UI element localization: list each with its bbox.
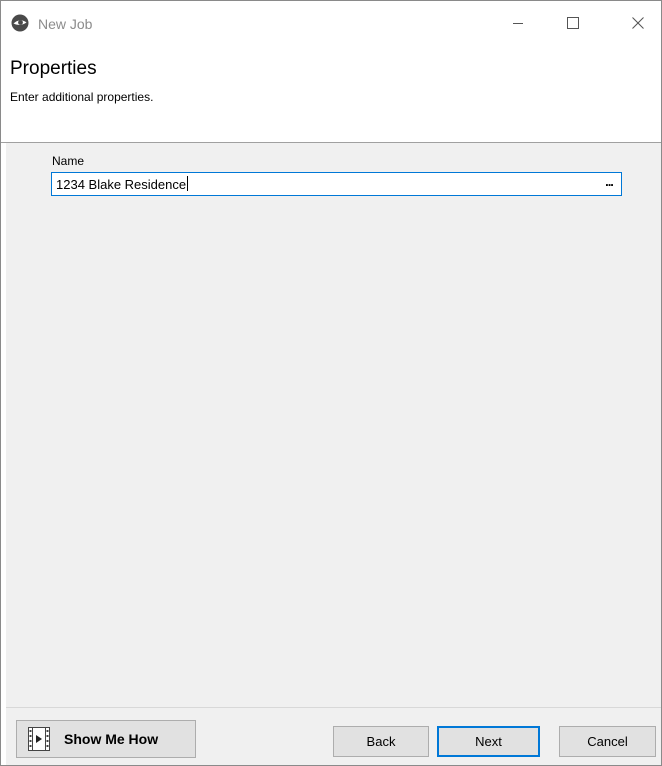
- text-caret: [187, 176, 189, 191]
- maximize-icon: [567, 17, 579, 29]
- wizard-footer: Show Me How Back Next Cancel: [6, 707, 661, 765]
- wizard-header: Properties Enter additional properties.: [1, 45, 661, 143]
- close-icon: [632, 17, 644, 29]
- minimize-button[interactable]: [495, 1, 541, 45]
- back-button[interactable]: Back: [333, 726, 429, 757]
- name-label: Name: [52, 154, 85, 168]
- browse-button[interactable]: ...: [599, 175, 619, 193]
- eye-icon: [11, 14, 29, 32]
- name-input-value[interactable]: 1234 Blake Residence: [56, 176, 189, 192]
- window-title: New Job: [38, 16, 93, 32]
- show-me-how-button[interactable]: Show Me How: [16, 720, 196, 758]
- footer-divider: [6, 707, 661, 708]
- page-title: Properties: [10, 58, 97, 79]
- properties-panel: Name 1234 Blake Residence ...: [6, 143, 661, 707]
- next-button[interactable]: Next: [437, 726, 540, 757]
- page-subtitle: Enter additional properties.: [10, 90, 154, 104]
- minimize-icon: [513, 23, 523, 24]
- name-field[interactable]: 1234 Blake Residence ...: [51, 172, 622, 196]
- new-job-dialog: New Job Properties Enter additional prop…: [0, 0, 662, 766]
- show-me-how-label: Show Me How: [64, 731, 159, 747]
- maximize-button[interactable]: [550, 1, 596, 45]
- film-play-icon: [28, 727, 50, 751]
- cancel-button[interactable]: Cancel: [559, 726, 656, 757]
- title-bar[interactable]: New Job: [1, 1, 661, 45]
- close-button[interactable]: [615, 1, 661, 45]
